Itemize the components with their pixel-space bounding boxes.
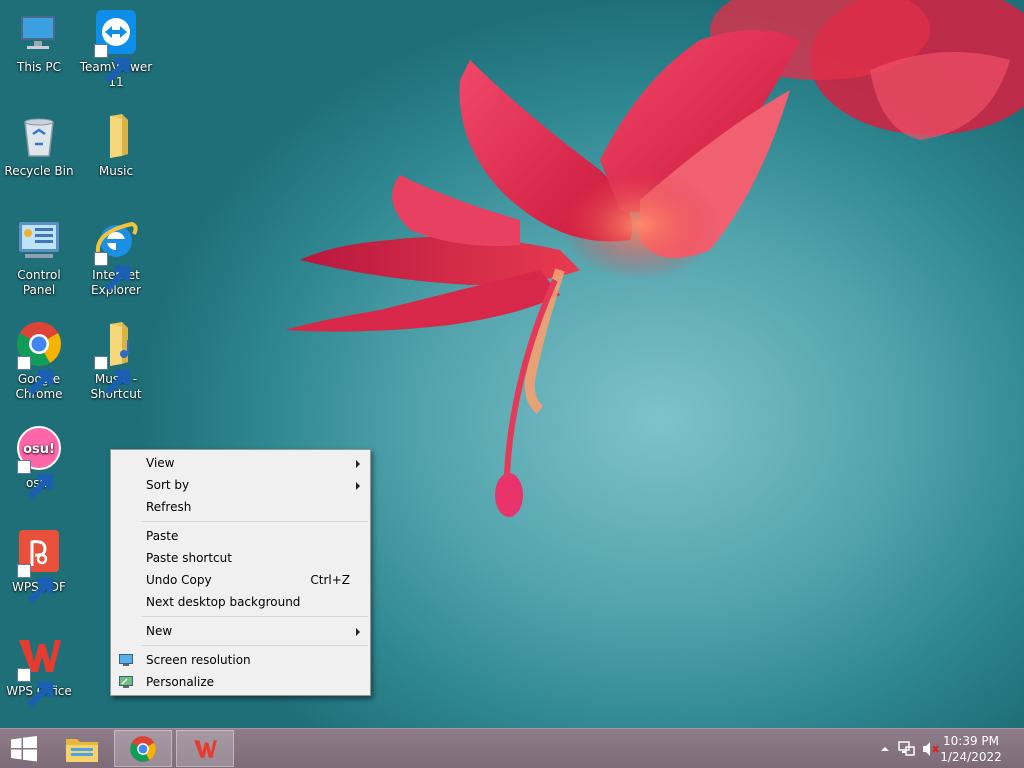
desktop-icon-label: Control Panel [17,268,61,297]
windows-start-icon [11,736,37,762]
menu-item-sort-by[interactable]: Sort by [111,474,370,496]
chrome-icon [130,736,156,762]
taskbar-clock[interactable]: 10:39 PM 1/24/2022 [936,733,1006,765]
control-panel-icon [15,216,63,264]
menu-item-label: Paste [146,529,179,543]
desktop-icon-google-chrome[interactable]: Google Chrome [1,320,77,402]
shortcut-arrow-icon [94,252,131,292]
shortcut-arrow-icon [17,356,54,396]
submenu-arrow-icon [356,460,360,468]
clock-time: 10:39 PM [943,734,999,748]
taskbar-wps-office[interactable] [176,730,234,767]
menu-item-label: Refresh [146,500,192,514]
menu-item-label: Sort by [146,478,190,492]
desktop-icon-recycle-bin[interactable]: Recycle Bin [1,112,77,179]
taskbar-file-explorer[interactable] [56,730,108,767]
recycle-bin-icon [15,112,63,160]
wps-office-icon [15,632,63,708]
wps-pdf-icon [15,528,63,604]
file-explorer-icon [66,739,98,762]
desktop-icon-internet-explorer[interactable]: Internet Explorer [78,216,154,298]
chrome-icon [15,320,63,396]
menu-separator [141,521,368,522]
network-icon[interactable] [898,741,916,757]
osu-logo-text: osu! [23,442,55,457]
desktop-icon-this-pc[interactable]: This PC [1,8,77,75]
show-hidden-icons-chevron[interactable] [880,744,890,754]
menu-item-screen-resolution[interactable]: Screen resolution [111,649,370,671]
taskbar: 10:39 PM 1/24/2022 [0,728,1024,768]
shortcut-arrow-icon [17,460,54,500]
menu-item-label: Screen resolution [146,653,251,667]
shortcut-arrow-icon [94,44,131,84]
menu-item-shortcut: Ctrl+Z [310,573,350,587]
submenu-arrow-icon [356,482,360,490]
shortcut-arrow-icon [17,668,54,708]
desktop-icon-label: Recycle Bin [4,164,74,178]
internet-explorer-icon [92,216,140,292]
desktop-icon-wps-pdf[interactable]: WPS PDF [1,528,77,604]
submenu-arrow-icon [356,628,360,636]
desktop-icon-label: This PC [17,60,61,74]
desktop-icon-osu[interactable]: osu! osu! [1,424,77,500]
personalize-icon [119,676,133,688]
menu-item-view[interactable]: View [111,452,370,474]
desktop-icon-control-panel[interactable]: Control Panel [1,216,77,298]
teamviewer-icon [92,8,140,84]
menu-item-paste-shortcut[interactable]: Paste shortcut [111,547,370,569]
monitor-icon [119,654,133,666]
wps-office-icon [194,740,217,758]
desktop-icon-teamviewer[interactable]: TeamViewer 11 [78,8,154,90]
shortcut-arrow-icon [17,564,54,604]
desktop-context-menu: View Sort by Refresh Paste Paste shortcu… [110,449,371,696]
menu-item-undo-copy[interactable]: Undo Copy Ctrl+Z [111,569,370,591]
desktop-icon-music-shortcut[interactable]: Music - Shortcut [78,320,154,402]
taskbar-google-chrome[interactable] [114,730,172,767]
system-tray: 10:39 PM 1/24/2022 [864,729,1024,768]
clock-date: 1/24/2022 [940,750,1002,764]
menu-item-new[interactable]: New [111,620,370,642]
menu-item-personalize[interactable]: Personalize [111,671,370,693]
desktop-icon-wps-office[interactable]: WPS Office [1,632,77,708]
shortcut-arrow-icon [94,356,131,396]
menu-item-next-desktop-background[interactable]: Next desktop background [111,591,370,613]
osu-icon: osu! [15,424,63,500]
menu-item-label: New [146,624,173,638]
menu-item-label: Personalize [146,675,215,689]
menu-item-label: View [146,456,175,470]
menu-item-label: Paste shortcut [146,551,232,565]
menu-item-paste[interactable]: Paste [111,525,370,547]
desktop-icon-music[interactable]: Music [78,112,154,179]
folder-icon [92,112,140,160]
menu-separator [141,616,368,617]
menu-item-refresh[interactable]: Refresh [111,496,370,518]
this-pc-icon [15,8,63,56]
desktop-icon-label: Music [98,164,134,178]
music-folder-icon [92,320,140,396]
menu-item-label: Undo Copy [146,573,212,587]
start-button[interactable] [0,730,50,767]
menu-item-label: Next desktop background [146,595,301,609]
menu-separator [141,645,368,646]
